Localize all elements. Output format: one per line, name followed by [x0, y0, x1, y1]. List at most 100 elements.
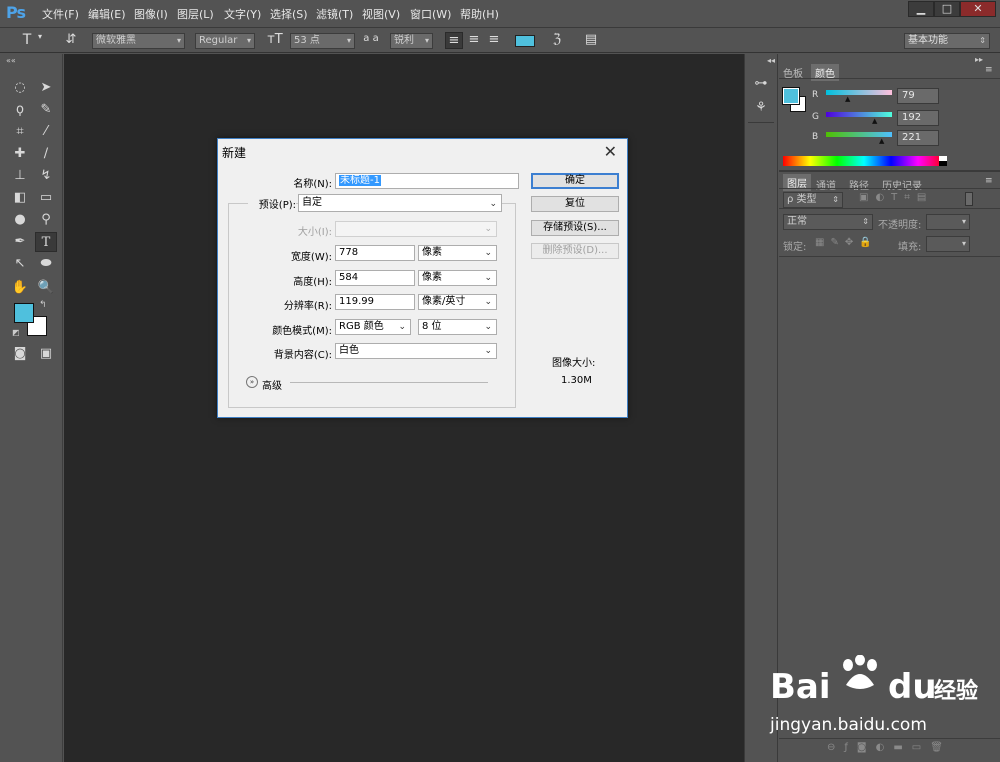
menu-image[interactable]: 图像(I)	[134, 6, 168, 22]
color-spectrum-ramp[interactable]	[783, 156, 945, 166]
opacity-field[interactable]: ▾	[926, 214, 970, 230]
move-tool-icon[interactable]: ➤	[35, 78, 57, 98]
lasso-tool-icon[interactable]: ϙ	[9, 100, 31, 120]
menu-file[interactable]: 文件(F)	[42, 6, 79, 22]
resolution-unit-select[interactable]: 像素/英寸 ⌄	[418, 294, 497, 310]
collapse-panels-icon[interactable]: ▸▸	[975, 55, 983, 64]
expand-panels-icon[interactable]: ◂◂	[767, 56, 775, 65]
width-field[interactable]: 778	[335, 245, 415, 261]
b-value-field[interactable]: 221	[897, 130, 939, 146]
layer-filter-select[interactable]: ρ 类型 ⇕	[783, 192, 843, 208]
save-preset-button[interactable]: 存储预设(S)...	[531, 220, 619, 236]
type-tool-icon[interactable]: T	[35, 232, 57, 252]
resolution-field[interactable]: 119.99	[335, 294, 415, 310]
ok-button[interactable]: 确定	[531, 173, 619, 189]
resolution-label: 分辨率(R):	[283, 301, 332, 312]
fill-field[interactable]: ▾	[926, 236, 970, 252]
align-center-icon[interactable]: ≡	[465, 32, 483, 47]
height-unit-select[interactable]: 像素 ⌄	[418, 270, 497, 286]
g-slider[interactable]	[826, 112, 892, 117]
font-size-select[interactable]: 53 点 ▾	[290, 33, 355, 49]
quick-mask-icon[interactable]: ◙	[9, 344, 31, 364]
text-color-swatch[interactable]	[515, 35, 535, 47]
layers-panel-menu-icon[interactable]: ≡	[985, 176, 993, 186]
r-slider-thumb-icon[interactable]: ▲	[845, 95, 850, 103]
crop-tool-icon[interactable]: ⌗	[9, 122, 31, 142]
styles-panel-icon[interactable]: ⚘	[750, 98, 772, 118]
image-size-value: 1.30M	[561, 375, 592, 386]
pen-tool-icon[interactable]: ✒	[9, 232, 31, 252]
foreground-color-swatch[interactable]	[14, 303, 34, 323]
path-select-tool-icon[interactable]: ↖	[9, 254, 31, 274]
g-value-field[interactable]: 192	[897, 110, 939, 126]
background-select[interactable]: 白色 ⌄	[335, 343, 497, 359]
tab-channels[interactable]: 通道	[816, 177, 836, 192]
brush-tool-icon[interactable]: ∕	[35, 144, 57, 164]
preset-select[interactable]: 自定 ⌄	[298, 194, 502, 212]
healing-brush-tool-icon[interactable]: ✚	[9, 144, 31, 164]
warp-text-icon[interactable]: ℨ	[548, 32, 566, 47]
tab-paths[interactable]: 路径	[849, 177, 869, 192]
text-orientation-icon[interactable]: ⇵	[62, 32, 80, 47]
menu-help[interactable]: 帮助(H)	[460, 6, 499, 22]
adjustments-panel-icon[interactable]: ⊶	[750, 74, 772, 94]
zoom-tool-icon[interactable]: 🔍	[35, 278, 57, 298]
menu-select[interactable]: 选择(S)	[270, 6, 308, 22]
clone-stamp-tool-icon[interactable]: ⊥	[9, 166, 31, 186]
name-field[interactable]: 未标题-1	[335, 173, 519, 189]
filter-toggle-icon[interactable]	[965, 192, 973, 206]
menu-view[interactable]: 视图(V)	[362, 6, 400, 22]
quick-select-tool-icon[interactable]: ✎	[35, 100, 57, 120]
colormode-select[interactable]: RGB 颜色 ⌄	[335, 319, 411, 335]
align-left-icon[interactable]: ≡	[445, 32, 463, 49]
font-family-select[interactable]: 微软雅黑 ▾	[92, 33, 185, 49]
g-slider-thumb-icon[interactable]: ▲	[872, 117, 877, 125]
align-right-icon[interactable]: ≡	[485, 32, 503, 47]
font-style-select[interactable]: Regular ▾	[195, 33, 255, 49]
b-slider-thumb-icon[interactable]: ▲	[879, 137, 884, 145]
r-slider[interactable]	[826, 90, 892, 95]
tool-preset-dropdown-icon[interactable]: ▾	[38, 32, 42, 41]
maximize-button[interactable]: □	[934, 1, 960, 17]
antialias-select[interactable]: 锐利 ▾	[390, 33, 433, 49]
collapse-toolbox-icon[interactable]: ««	[6, 56, 16, 65]
dodge-tool-icon[interactable]: ⚲	[35, 210, 57, 230]
default-colors-icon[interactable]: ◩	[12, 328, 20, 337]
text-tool-icon[interactable]: T	[18, 32, 36, 48]
character-panel-icon[interactable]: ▤	[582, 32, 600, 47]
height-field[interactable]: 584	[335, 270, 415, 286]
workspace-select[interactable]: 基本功能 ⇕	[904, 33, 990, 49]
width-unit-select[interactable]: 像素 ⌄	[418, 245, 497, 261]
ellipse-tool-icon[interactable]: ⬬	[35, 254, 57, 274]
history-brush-tool-icon[interactable]: ↯	[35, 166, 57, 186]
tab-history[interactable]: 历史记录	[882, 177, 922, 192]
menu-type[interactable]: 文字(Y)	[224, 6, 261, 22]
black-swatch[interactable]	[939, 161, 947, 166]
eraser-tool-icon[interactable]: ◧	[9, 188, 31, 208]
menu-layer[interactable]: 图层(L)	[177, 6, 214, 22]
r-value-field[interactable]: 79	[897, 88, 939, 104]
menu-filter[interactable]: 滤镜(T)	[316, 6, 353, 22]
gradient-tool-icon[interactable]: ▭	[35, 188, 57, 208]
screen-mode-icon[interactable]: ▣	[35, 344, 57, 364]
chevron-down-icon: ⌄	[484, 297, 492, 307]
panel-menu-icon[interactable]: ≡	[985, 65, 993, 75]
dialog-close-icon[interactable]: ✕	[604, 142, 617, 161]
layer-filter-icons[interactable]: ▣◐T⌗▤	[859, 192, 933, 203]
menu-edit[interactable]: 编辑(E)	[88, 6, 126, 22]
swap-colors-icon[interactable]: ↰	[39, 300, 47, 310]
hand-tool-icon[interactable]: ✋	[9, 278, 31, 298]
blur-tool-icon[interactable]: ●	[9, 210, 31, 230]
advanced-expand-icon[interactable]: »	[246, 376, 258, 388]
reset-button[interactable]: 复位	[531, 196, 619, 212]
minimize-button[interactable]: ▁	[908, 1, 934, 17]
color-panel-foreground-swatch[interactable]	[782, 87, 800, 105]
lock-icons[interactable]: ▦✎✥🔒	[815, 237, 878, 248]
bitdepth-select[interactable]: 8 位 ⌄	[418, 319, 497, 335]
menu-window[interactable]: 窗口(W)	[410, 6, 451, 22]
eyedropper-tool-icon[interactable]: ⁄	[35, 122, 57, 142]
advanced-label[interactable]: 高级	[262, 377, 282, 392]
marquee-tool-icon[interactable]: ◌	[9, 78, 31, 98]
blend-mode-select[interactable]: 正常 ⇕	[783, 214, 873, 230]
close-window-button[interactable]: ✕	[960, 1, 996, 17]
